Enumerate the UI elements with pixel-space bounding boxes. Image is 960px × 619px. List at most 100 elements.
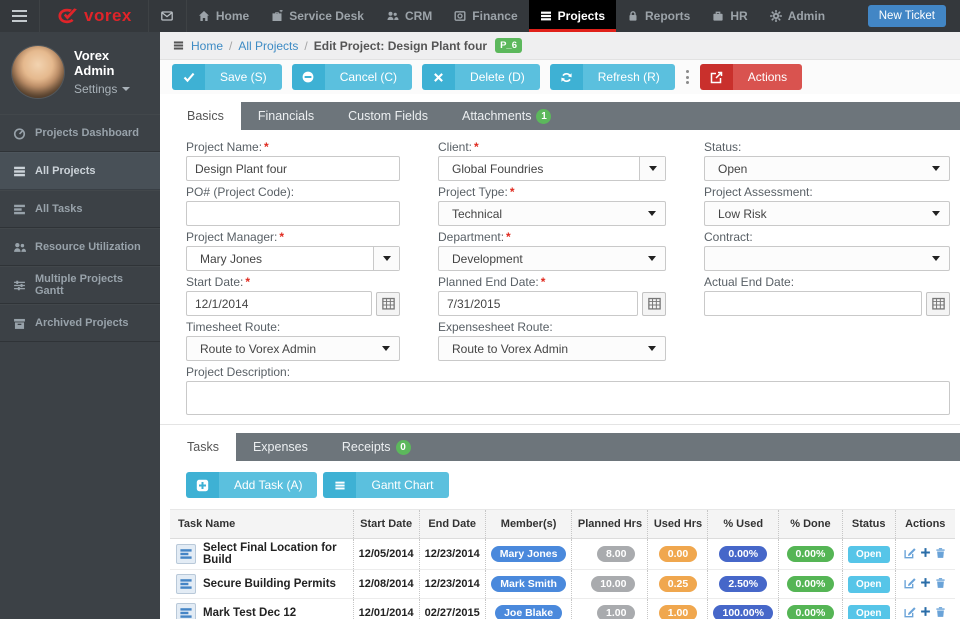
task-name: Secure Building Permits [203,578,336,590]
department-dropdown[interactable]: Development [438,246,666,271]
status-badge[interactable]: Open [848,605,890,619]
vorex-logo[interactable]: vorex [40,0,149,32]
field-expensesheet-route: Expensesheet Route: Route to Vorex Admin [438,320,666,361]
gantt-chart-button[interactable]: Gantt Chart [323,472,448,498]
po-code-label: PO# (Project Code): [186,185,294,199]
tab-receipts[interactable]: Receipts 0 [325,433,428,461]
start-date-calendar-button[interactable] [376,292,400,316]
table-header-row: Task Name Start Date End Date Member(s) … [170,510,955,539]
messages-envelope-icon[interactable] [149,0,187,32]
required-marker: * [506,230,511,244]
tab-basics[interactable]: Basics [170,102,241,130]
nav-label: Finance [472,9,517,23]
settings-link[interactable]: Settings [74,82,152,96]
used-hrs-pill: 1.00 [659,605,697,619]
edit-task-icon[interactable] [904,577,916,589]
actual-end-date-calendar-button[interactable] [926,292,950,316]
delete-button[interactable]: Delete (D) [422,64,540,90]
sidebar-item-label: All Projects [35,165,96,177]
project-manager-dropdown[interactable]: Mary Jones [186,246,400,271]
status-dropdown[interactable]: Open [704,156,950,181]
nav-item-home[interactable]: Home [187,0,260,32]
timesheet-route-dropdown[interactable]: Route to Vorex Admin [186,336,400,361]
task-icon [176,544,196,564]
tab-tasks[interactable]: Tasks [170,433,236,461]
new-ticket-button[interactable]: New Ticket [868,5,946,27]
sidebar-item-all-projects[interactable]: All Projects [0,152,160,190]
project-type-dropdown[interactable]: Technical [438,201,666,226]
planned-hrs-pill: 8.00 [597,546,635,562]
nav-item-hr[interactable]: HR [701,0,758,32]
refresh-button[interactable]: Refresh (R) [550,64,675,90]
user-name: Vorex Admin [74,48,152,78]
gantt-bars-icon [323,472,356,498]
sidebar-item-projects-dashboard[interactable]: Projects Dashboard [0,114,160,152]
navbar-spacer [836,0,868,32]
form-empty-cell [704,320,950,361]
add-subtask-icon[interactable] [920,577,931,588]
expensesheet-route-dropdown[interactable]: Route to Vorex Admin [438,336,666,361]
start-date-input[interactable] [186,291,372,316]
projects-list-icon [540,10,552,22]
sidebar-item-all-tasks[interactable]: All Tasks [0,190,160,228]
sidebar-item-multiple-projects-gantt[interactable]: Multiple Projects Gantt [0,266,160,304]
add-subtask-icon[interactable] [920,547,931,558]
breadcrumb-all-projects-link[interactable]: All Projects [238,39,298,53]
project-manager-label: Project Manager: [186,230,277,244]
breadcrumb: Home / All Projects / Edit Project: Desi… [160,32,960,60]
sidebar-item-archived-projects[interactable]: Archived Projects [0,304,160,342]
delete-task-icon[interactable] [935,547,946,559]
col-actions: Actions [895,510,955,539]
po-code-input[interactable] [186,201,400,226]
edit-task-icon[interactable] [904,606,916,618]
cancel-button[interactable]: Cancel (C) [292,64,412,90]
task-name: Select Final Location for Build [203,542,348,566]
tab-attachments[interactable]: Attachments 1 [445,102,568,130]
edit-task-icon[interactable] [904,547,916,559]
avatar [12,46,64,98]
breadcrumb-home-link[interactable]: Home [191,39,223,53]
field-client: Client:* Global Foundries [438,140,666,181]
tab-expenses[interactable]: Expenses [236,433,325,461]
dropdown-arrow-icon [648,346,656,351]
client-dropdown[interactable]: Global Foundries [438,156,666,181]
nav-item-reports[interactable]: Reports [616,0,701,32]
dropdown-arrow-icon [648,211,656,216]
member-pill[interactable]: Joe Blake [495,605,562,619]
add-task-button[interactable]: Add Task (A) [186,472,317,498]
task-name: Mark Test Dec 12 [203,607,296,619]
nav-item-service-desk[interactable]: Service Desk [260,0,375,32]
sidebar-item-resource-utilization[interactable]: Resource Utilization [0,228,160,266]
tab-custom-fields[interactable]: Custom Fields [331,102,445,130]
save-button[interactable]: Save (S) [172,64,282,90]
detail-tabstrip: Basics Financials Custom Fields Attachme… [170,102,960,130]
task-start-date: 12/08/2014 [353,570,419,599]
project-name-input[interactable] [186,156,400,181]
tab-financials[interactable]: Financials [241,102,331,130]
add-subtask-icon[interactable] [920,606,931,617]
delete-task-icon[interactable] [935,606,946,618]
nav-item-admin[interactable]: Admin [759,0,836,32]
hamburger-menu-icon[interactable] [0,0,40,32]
actions-button[interactable]: Actions [700,64,802,90]
planned-end-date-calendar-button[interactable] [642,292,666,316]
field-department: Department:* Development [438,230,666,271]
planned-end-date-input[interactable] [438,291,638,316]
nav-item-crm[interactable]: CRM [375,0,443,32]
nav-item-projects[interactable]: Projects [529,0,616,32]
project-assessment-dropdown[interactable]: Low Risk [704,201,950,226]
member-pill[interactable]: Mary Jones [491,546,567,562]
project-description-textarea[interactable] [186,381,950,415]
actual-end-date-label: Actual End Date: [704,275,794,289]
delete-task-icon[interactable] [935,577,946,589]
timesheet-route-value: Route to Vorex Admin [200,342,316,356]
dropdown-arrow-icon [649,166,657,171]
status-badge[interactable]: Open [848,546,890,563]
member-pill[interactable]: Mark Smith [491,576,566,592]
contract-dropdown[interactable] [704,246,950,271]
sidebar-item-label: All Tasks [35,203,83,215]
actual-end-date-input[interactable] [704,291,922,316]
dropdown-arrow-icon [383,256,391,261]
nav-item-finance[interactable]: Finance [443,0,528,32]
status-badge[interactable]: Open [848,576,890,593]
